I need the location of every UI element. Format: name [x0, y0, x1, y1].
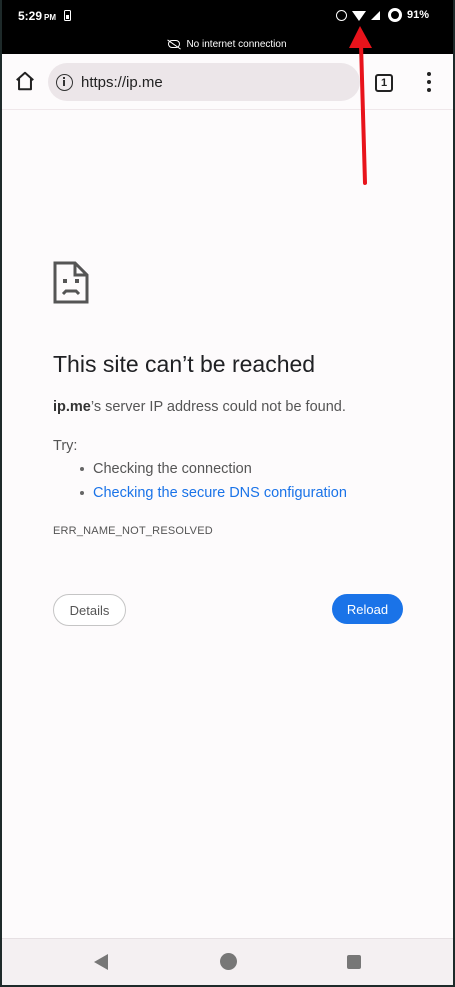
- tab-switcher-icon[interactable]: 1: [375, 74, 393, 92]
- system-nav-bar: [2, 938, 453, 985]
- tab-count: 1: [380, 77, 388, 89]
- sad-page-icon: [53, 261, 89, 304]
- menu-dot: [427, 88, 431, 92]
- home-circle-icon[interactable]: [220, 953, 237, 970]
- phone-screen: 5:29 PM 91% No internet connection https:…: [2, 0, 453, 985]
- omnibox[interactable]: https://ip.me: [48, 63, 360, 101]
- offline-text: No internet connection: [186, 38, 287, 50]
- bullet: [80, 467, 84, 471]
- error-description-rest: ’s server IP address could not be found.: [90, 399, 346, 415]
- status-time: 5:29 PM: [18, 9, 56, 23]
- status-ampm: PM: [44, 13, 57, 22]
- wifi-icon: [351, 11, 366, 21]
- suggestion-connection: Checking the connection: [93, 461, 252, 477]
- error-title: This site can’t be reached: [53, 351, 316, 377]
- bullet: [80, 491, 84, 495]
- cell-signal-icon: [370, 10, 380, 20]
- suggestion-item[interactable]: Checking the secure DNS configuration: [80, 485, 347, 501]
- overflow-menu-icon[interactable]: [426, 72, 432, 92]
- battery-saver-icon: [64, 10, 71, 21]
- alarm-icon: [335, 9, 347, 21]
- reload-button[interactable]: Reload: [332, 594, 403, 624]
- back-icon[interactable]: [94, 954, 108, 970]
- browser-toolbar: https://ip.me 1: [2, 54, 453, 110]
- error-description: ip.me’s server IP address could not be f…: [53, 399, 346, 415]
- status-bar: 5:29 PM 91%: [2, 0, 453, 34]
- cloud-off-icon: [168, 40, 181, 48]
- battery-percent: 91%: [406, 9, 429, 21]
- status-time-value: 5:29: [18, 9, 43, 23]
- secure-dns-link[interactable]: Checking the secure DNS configuration: [93, 485, 347, 501]
- error-host: ip.me: [53, 399, 91, 415]
- try-label: Try:: [53, 438, 78, 454]
- menu-dot: [427, 72, 431, 76]
- recents-icon[interactable]: [347, 955, 361, 969]
- url-text[interactable]: https://ip.me: [81, 74, 163, 91]
- error-code: ERR_NAME_NOT_RESOLVED: [53, 525, 213, 537]
- details-button[interactable]: Details: [53, 594, 126, 626]
- menu-dot: [427, 80, 431, 84]
- info-icon[interactable]: [56, 73, 73, 91]
- home-icon[interactable]: [14, 70, 36, 92]
- status-icons: 91%: [335, 8, 429, 22]
- battery-ring-icon: [387, 8, 402, 22]
- suggestion-item: Checking the connection: [80, 461, 252, 477]
- offline-banner: No internet connection: [2, 34, 453, 54]
